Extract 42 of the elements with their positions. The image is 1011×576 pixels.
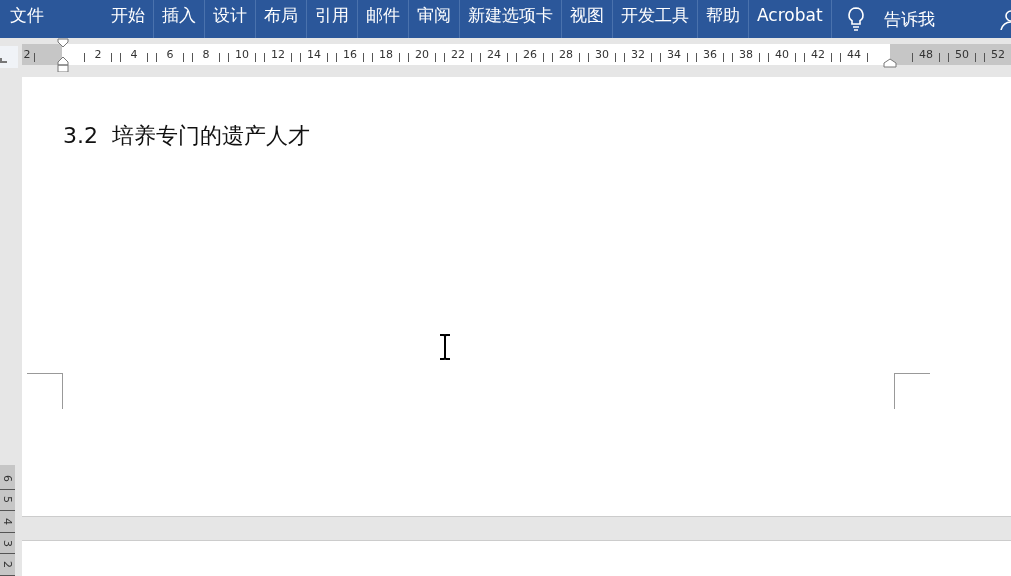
section-heading: 3.2 培养专门的遗产人才 (63, 122, 311, 150)
ribbon-tab[interactable]: 文件 (2, 0, 52, 38)
ruler-number: 44 (847, 47, 861, 62)
ruler-number: 2 (23, 47, 31, 62)
ruler-number: 3 (1, 539, 14, 547)
ruler-number: 8 (202, 47, 210, 62)
ruler-number: 50 (955, 47, 969, 62)
ruler-number: 6 (166, 47, 174, 62)
crop-mark (894, 373, 930, 409)
ruler-number: 34 (667, 47, 681, 62)
ruler-number: 38 (739, 47, 753, 62)
ruler-number: 42 (811, 47, 825, 62)
ruler-number: 2 (1, 561, 14, 569)
ruler-number: 36 (703, 47, 717, 62)
ruler-number: 20 (415, 47, 429, 62)
ruler-number: 2 (94, 47, 102, 62)
ruler-number: 52 (991, 47, 1005, 62)
right-indent-marker-icon[interactable] (883, 58, 897, 68)
indent-marker-icon[interactable] (57, 38, 69, 72)
ruler-number: 4 (1, 518, 14, 525)
tab-stop-selector[interactable] (0, 46, 18, 68)
ruler-number: 26 (523, 47, 537, 62)
ruler-number: 32 (631, 47, 645, 62)
ruler-number: 16 (343, 47, 357, 62)
ruler-number: 28 (559, 47, 573, 62)
ruler-number: 40 (775, 47, 789, 62)
ruler-number: 30 (595, 47, 609, 62)
crop-mark (27, 373, 63, 409)
ruler-number: 4 (130, 47, 138, 62)
ruler-number: 24 (487, 47, 501, 62)
ruler-number: 6 (1, 474, 14, 482)
ruler-number: 12 (271, 47, 285, 62)
ruler-number: 5 (1, 496, 14, 504)
ruler-number: 22 (451, 47, 465, 62)
person-icon[interactable] (999, 8, 1011, 30)
ruler-number: 10 (235, 47, 249, 62)
ruler-number: 14 (307, 47, 321, 62)
ruler-number: 48 (919, 47, 933, 62)
tell-me-search[interactable]: 告诉我 (883, 4, 935, 34)
text-cursor-icon (439, 334, 451, 360)
lightbulb-icon[interactable] (845, 6, 866, 32)
ruler-number: 18 (379, 47, 393, 62)
